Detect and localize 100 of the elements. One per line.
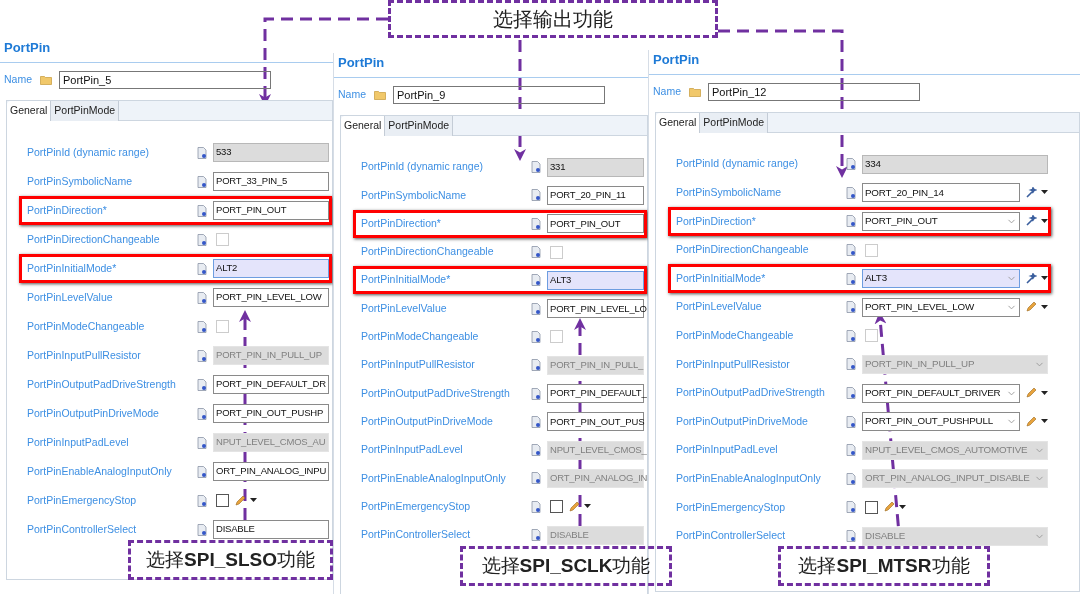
property-label: PortPinOutputPinDriveMode — [360, 413, 494, 429]
property-label: PortPinSymbolicName — [360, 187, 468, 203]
document-icon — [531, 330, 541, 343]
checkbox[interactable] — [216, 494, 229, 507]
property-label: PortPinInitialMode* — [26, 260, 118, 276]
text-field[interactable]: ALT2 — [213, 259, 329, 278]
wand-icon[interactable] — [1025, 186, 1037, 199]
property-label: PortPinDirectionChangeable — [675, 242, 810, 258]
caret-icon[interactable] — [1041, 190, 1048, 196]
document-icon — [846, 329, 856, 342]
dropdown-field[interactable]: PORT_PIN_DEFAULT_DRIVER — [862, 383, 1020, 403]
tab[interactable]: PortPinMode — [385, 116, 454, 136]
property-label: PortPinInputPullResistor — [360, 357, 476, 373]
document-icon — [531, 472, 541, 485]
document-icon — [846, 387, 856, 400]
property-label: PortPinLevelValue — [360, 300, 448, 316]
document-icon — [531, 189, 541, 202]
text-field[interactable]: PORT_20_PIN_14 — [862, 183, 1020, 203]
tab[interactable]: PortPinMode — [51, 101, 120, 121]
property-label: PortPinDirection* — [26, 202, 108, 218]
text-field[interactable]: PORT_20_PIN_11 — [547, 185, 644, 205]
panel-title: PortPin — [3, 39, 52, 57]
text-field[interactable]: PORT_PIN_OUT_PUS — [547, 412, 644, 432]
dropdown-field[interactable]: PORT_PIN_LEVEL_LOW — [862, 297, 1020, 317]
document-icon — [846, 415, 856, 428]
name-field[interactable]: PortPin_5 — [59, 71, 271, 89]
text-field[interactable]: DISABLE — [213, 520, 329, 539]
tab[interactable]: PortPinMode — [700, 113, 769, 133]
document-icon — [531, 246, 541, 259]
document-icon — [531, 217, 541, 230]
property-label: PortPinId (dynamic range) — [26, 144, 150, 160]
text-field[interactable]: 331 — [547, 157, 644, 177]
text-field[interactable]: 533 — [213, 143, 329, 162]
text-field[interactable]: ORT_PIN_ANALOG_INPU — [213, 462, 329, 481]
caret-icon[interactable] — [584, 504, 591, 510]
callout: 选择输出功能 — [388, 0, 718, 38]
document-icon — [531, 444, 541, 457]
document-icon — [197, 262, 207, 275]
name-label: Name — [4, 72, 33, 88]
tab[interactable]: General — [656, 113, 701, 133]
checkbox[interactable] — [550, 500, 563, 514]
text-field[interactable]: PORT_PIN_DEFAULT_DR — [213, 375, 329, 394]
text-field[interactable]: 334 — [862, 154, 1048, 174]
document-icon — [531, 302, 541, 315]
property-label: PortPinEnableAnalogInputOnly — [360, 470, 507, 486]
property-label: PortPinEmergencyStop — [675, 499, 787, 515]
property-label: PortPinControllerSelect — [360, 527, 472, 543]
property-label: PortPinModeChangeable — [360, 329, 480, 345]
text-field[interactable]: ALT3 — [547, 270, 644, 290]
tab[interactable]: General — [7, 101, 52, 121]
dropdown-field[interactable]: PORT_PIN_OUT — [862, 212, 1020, 231]
text-field[interactable]: PORT_PIN_OUT_PUSHP — [213, 404, 329, 423]
pencil-icon[interactable] — [234, 494, 246, 507]
callout: 选择SPI_SCLK功能 — [460, 546, 672, 586]
property-label: PortPinEmergencyStop — [26, 492, 138, 508]
document-icon — [846, 301, 856, 314]
text-field[interactable]: PORT_PIN_LEVEL_LOW — [213, 288, 329, 307]
property-label: PortPinLevelValue — [675, 299, 763, 315]
document-icon — [531, 359, 541, 372]
property-label: PortPinOutputPadDriveStrength — [360, 385, 511, 401]
document-icon — [197, 175, 207, 188]
property-label: PortPinId (dynamic range) — [675, 156, 799, 172]
property-label: PortPinEmergencyStop — [360, 498, 472, 514]
document-icon — [846, 244, 856, 257]
dropdown-field[interactable]: ALT3 — [862, 269, 1020, 289]
property-label: PortPinSymbolicName — [675, 185, 783, 200]
wand-icon[interactable] — [1025, 272, 1037, 285]
panel-title: PortPin — [337, 54, 386, 72]
property-label: PortPinSymbolicName — [26, 173, 134, 189]
folder-icon — [374, 90, 387, 100]
document-icon — [531, 274, 541, 287]
property-label: PortPinInputPadLevel — [675, 442, 779, 458]
checkbox[interactable] — [865, 500, 878, 514]
property-label: PortPinOutputPadDriveStrength — [675, 385, 826, 401]
wand-icon[interactable] — [1025, 215, 1037, 228]
caret-icon[interactable] — [1041, 219, 1048, 224]
caret-icon[interactable] — [250, 498, 257, 503]
text-field[interactable]: PORT_33_PIN_5 — [213, 172, 329, 191]
property-label: PortPinId (dynamic range) — [360, 159, 484, 175]
document-icon — [197, 465, 207, 478]
document-icon — [846, 501, 856, 514]
name-field[interactable]: PortPin_12 — [708, 83, 920, 101]
caret-icon[interactable] — [1041, 390, 1048, 396]
text-field[interactable]: PORT_PIN_OUT — [547, 214, 644, 234]
text-field[interactable]: PORT_PIN_OUT — [213, 201, 329, 220]
property-label: PortPinDirectionChangeable — [360, 244, 495, 260]
caret-icon[interactable] — [1041, 276, 1048, 282]
caret-icon[interactable] — [899, 504, 906, 510]
document-icon — [846, 472, 856, 485]
dropdown-field[interactable]: PORT_PIN_OUT_PUSHPULL — [862, 412, 1020, 432]
property-label: PortPinInputPadLevel — [26, 434, 130, 450]
tab[interactable]: General — [341, 116, 386, 136]
name-label: Name — [338, 87, 367, 103]
property-label: PortPinOutputPinDriveMode — [675, 413, 809, 429]
document-icon — [197, 378, 207, 391]
caret-icon[interactable] — [1041, 304, 1048, 310]
caret-icon[interactable] — [1041, 419, 1048, 425]
property-label: PortPinInitialMode* — [675, 270, 767, 286]
name-field[interactable]: PortPin_9 — [393, 86, 605, 104]
pencil-icon[interactable] — [568, 500, 580, 513]
